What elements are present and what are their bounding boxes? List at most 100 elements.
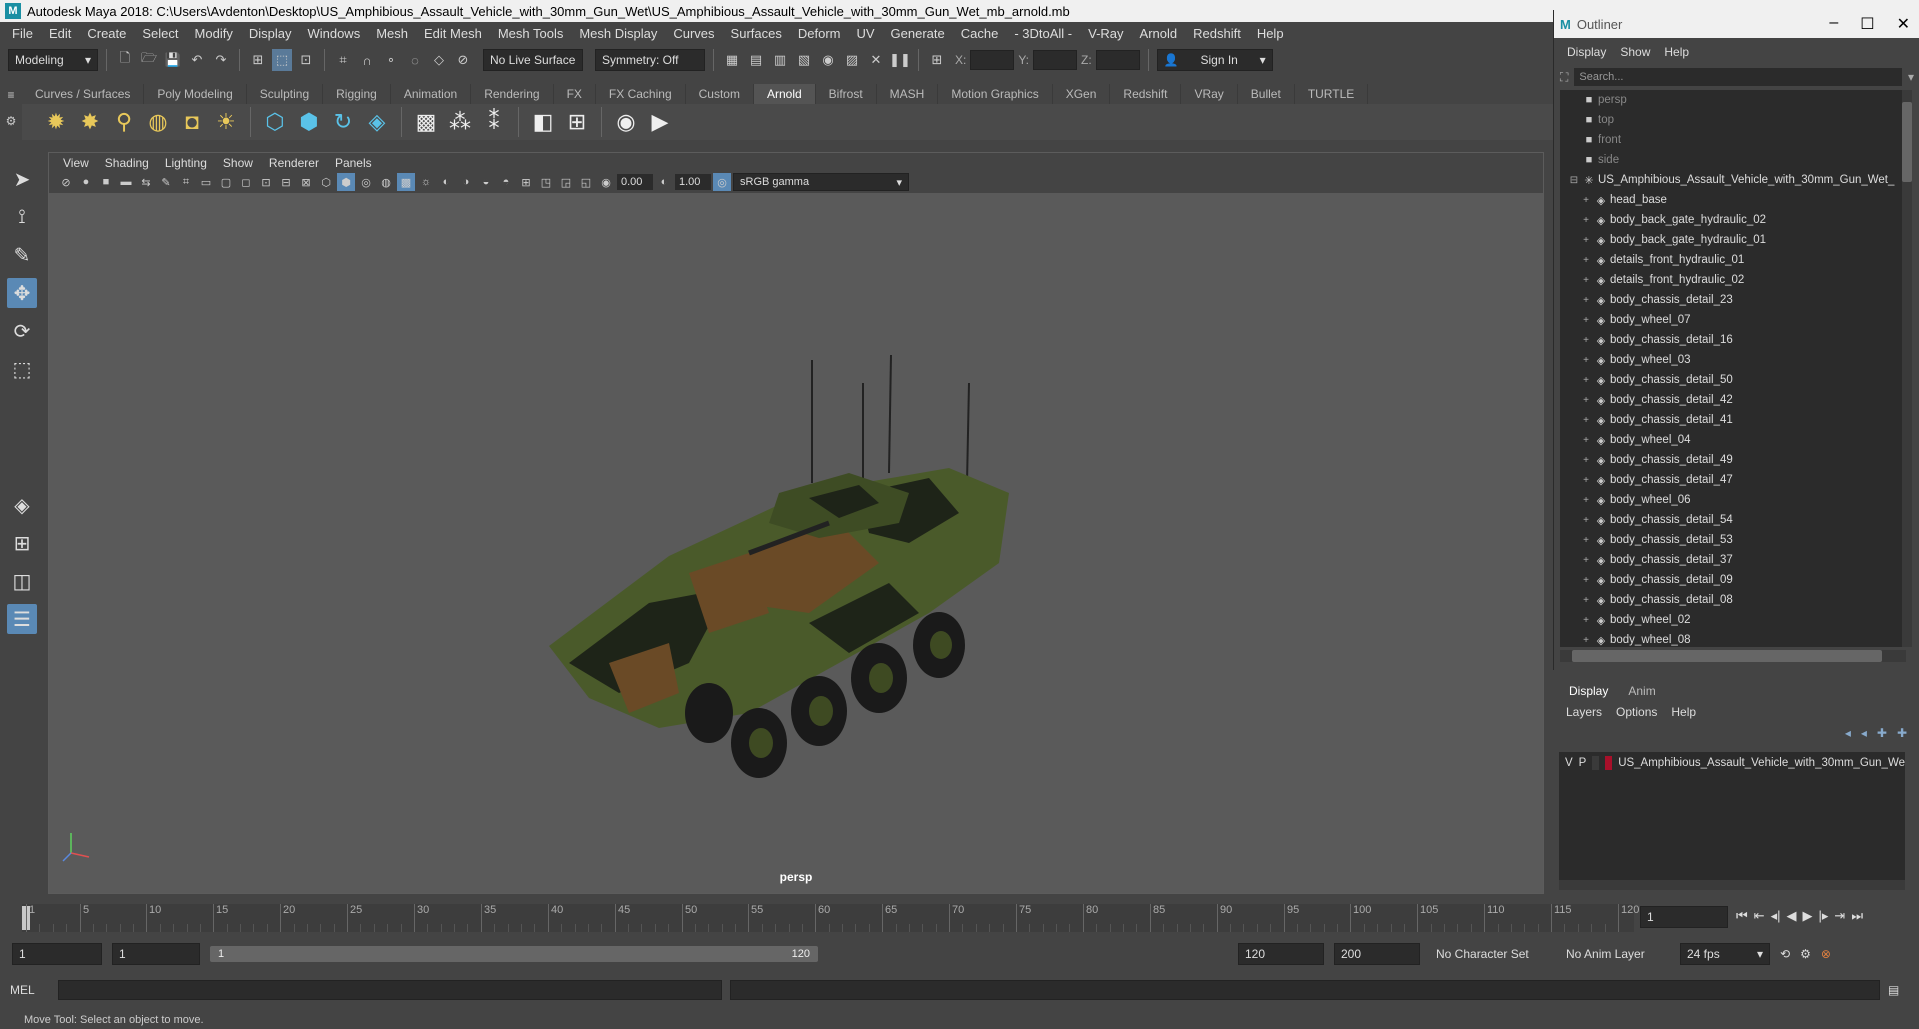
time-ruler[interactable]: 1 5 10 15 20 25 30 35 40 45 50 55 60 65 70 75 80 85 90 95 10… — [22, 904, 1639, 932]
safe-title-icon[interactable]: ⊠ — [297, 173, 315, 191]
arnold-skydome-icon[interactable]: ◍ — [144, 108, 172, 136]
outliner-item[interactable]: + ◈ body_chassis_detail_54 — [1560, 510, 1906, 530]
arnold-play-icon[interactable]: ▶ — [646, 108, 674, 136]
playback-start-field[interactable]: 1 — [112, 943, 200, 965]
outliner-item[interactable]: + ◈ body_chassis_detail_09 — [1560, 570, 1906, 590]
expand-icon[interactable]: + — [1580, 455, 1592, 466]
symmetry-dropdown[interactable]: Symmetry: Off — [595, 49, 705, 71]
menu-arnold[interactable]: Arnold — [1132, 26, 1186, 41]
shelf-tab-bullet[interactable]: Bullet — [1238, 84, 1295, 104]
outliner-item[interactable]: + ◈ body_wheel_07 — [1560, 310, 1906, 330]
outliner-item[interactable]: + ◈ body_wheel_08 — [1560, 630, 1906, 647]
panel-menu-show[interactable]: Show — [215, 156, 261, 170]
expand-icon[interactable]: + — [1580, 435, 1592, 446]
auto-key-icon[interactable]: ⊗ — [1821, 947, 1831, 961]
layer-row[interactable]: V P US_Amphibious_Assault_Vehicle_with_3… — [1559, 752, 1905, 774]
render-settings-icon[interactable]: ▧ — [794, 49, 814, 71]
expand-icon[interactable]: + — [1580, 615, 1592, 626]
playback-end-field[interactable]: 120 — [1238, 943, 1324, 965]
depth-of-field-icon[interactable]: ◓ — [497, 173, 515, 191]
arnold-operator-icon[interactable]: ◧ — [529, 108, 557, 136]
collapse-icon[interactable]: ⊟ — [1568, 175, 1580, 186]
arnold-render-icon[interactable]: ✕ — [866, 49, 886, 71]
snap-live-icon[interactable]: ⊘ — [453, 49, 473, 71]
search-input[interactable]: Search... — [1574, 68, 1902, 86]
script-language-label[interactable]: MEL — [10, 983, 50, 997]
expand-icon[interactable]: + — [1580, 575, 1592, 586]
shelf-tab-arnold[interactable]: Arnold — [753, 84, 816, 104]
bookmark-icon[interactable]: ■ — [97, 173, 115, 191]
image-plane-icon[interactable]: ▬ — [117, 173, 135, 191]
loop-icon[interactable]: ⟲ — [1780, 947, 1790, 961]
arnold-physical-sky-icon[interactable]: ☀ — [212, 108, 240, 136]
outliner-item[interactable]: + ◈ body_chassis_detail_49 — [1560, 450, 1906, 470]
shelf-tab-poly-modeling[interactable]: Poly Modeling — [144, 84, 247, 104]
x-field[interactable] — [970, 50, 1015, 70]
outliner-item[interactable]: + ◈ body_back_gate_hydraulic_02 — [1560, 210, 1906, 230]
expand-icon[interactable]: + — [1580, 215, 1592, 226]
animation-start-field[interactable]: 1 — [12, 943, 102, 965]
outliner-item[interactable]: + ◈ body_chassis_detail_16 — [1560, 330, 1906, 350]
select-component-icon[interactable]: ⊡ — [296, 49, 316, 71]
shadows-icon[interactable]: ☼ — [417, 173, 435, 191]
use-all-lights-icon[interactable]: ▩ — [397, 173, 415, 191]
menu-modify[interactable]: Modify — [187, 26, 241, 41]
shelf-tab-custom[interactable]: Custom — [686, 84, 754, 104]
shelf-settings-icon[interactable]: ⚙ — [6, 114, 17, 128]
play-forward-icon[interactable]: ▶ — [1803, 908, 1813, 924]
step-forward-frame-icon[interactable]: |▸ — [1819, 908, 1829, 924]
script-editor-icon[interactable]: ▤ — [1888, 983, 1899, 997]
new-layer-icon[interactable]: ✚ — [1877, 726, 1887, 740]
shelf-tab-curves-surfaces[interactable]: Curves / Surfaces — [22, 84, 145, 104]
minimize-icon[interactable]: – — [1829, 14, 1838, 34]
menu-redshift[interactable]: Redshift — [1185, 26, 1249, 41]
shelf-tab-rendering[interactable]: Rendering — [471, 84, 554, 104]
select-hierarchy-icon[interactable]: ⊞ — [248, 49, 268, 71]
shelf-tab-motion-graphics[interactable]: Motion Graphics — [938, 84, 1053, 104]
outliner-item[interactable]: + ◈ body_chassis_detail_42 — [1560, 390, 1906, 410]
menu-help[interactable]: Help — [1249, 26, 1292, 41]
character-set-dropdown[interactable]: No Character Set — [1430, 943, 1550, 965]
layer-hscrollbar[interactable] — [1559, 880, 1905, 890]
multisample-aa-icon[interactable]: ◒ — [477, 173, 495, 191]
y-field[interactable] — [1033, 50, 1078, 70]
outliner-item[interactable]: + ◈ body_back_gate_hydraulic_01 — [1560, 230, 1906, 250]
live-surface-field[interactable]: No Live Surface — [483, 49, 583, 71]
shelf-tab-animation[interactable]: Animation — [391, 84, 472, 104]
expand-icon[interactable]: + — [1580, 295, 1592, 306]
gate-mask-icon[interactable]: ◻ — [237, 173, 255, 191]
select-object-icon[interactable]: ⬚ — [272, 49, 292, 71]
animation-end-field[interactable]: 200 — [1334, 943, 1420, 965]
layer-tab-anim[interactable]: Anim — [1618, 684, 1665, 698]
menu-file[interactable]: File — [4, 26, 41, 41]
snap-view-icon[interactable]: ◌ — [405, 49, 425, 71]
arnold-curve-collector-icon[interactable]: ↻ — [329, 108, 357, 136]
menu-generate[interactable]: Generate — [883, 26, 953, 41]
2d-pan-icon[interactable]: ⇆ — [137, 173, 155, 191]
menu-surfaces[interactable]: Surfaces — [723, 26, 790, 41]
outliner-camera-front[interactable]: ■ front — [1560, 130, 1906, 150]
wireframe-icon[interactable]: ⬡ — [317, 173, 335, 191]
arnold-volume-icon[interactable]: ◈ — [363, 108, 391, 136]
shelf-tab-vray[interactable]: VRay — [1181, 84, 1238, 104]
menu-create[interactable]: Create — [79, 26, 134, 41]
select-tool-icon[interactable]: ➤ — [7, 164, 37, 194]
step-back-frame-icon[interactable]: ◂| — [1771, 908, 1781, 924]
select-camera-icon[interactable]: ⊘ — [57, 173, 75, 191]
safe-action-icon[interactable]: ⊟ — [277, 173, 295, 191]
snap-curve-icon[interactable]: ∩ — [357, 49, 377, 71]
outliner-item[interactable]: + ◈ body_wheel_03 — [1560, 350, 1906, 370]
3d-viewport[interactable]: persp — [49, 193, 1543, 893]
menu-edit[interactable]: Edit — [41, 26, 79, 41]
layer-type-box[interactable] — [1592, 756, 1600, 770]
outliner-item[interactable]: + ◈ body_wheel_06 — [1560, 490, 1906, 510]
command-input[interactable] — [58, 980, 722, 1000]
shelf-tab-xgen[interactable]: XGen — [1053, 84, 1111, 104]
filter-icon[interactable]: ⛶ — [1560, 70, 1568, 85]
exposure-value[interactable]: 0.00 — [617, 174, 653, 190]
new-layer-selected-icon[interactable]: ✚ — [1897, 726, 1907, 740]
lasso-tool-icon[interactable]: ⟟ — [7, 202, 37, 232]
layer-menu-layers[interactable]: Layers — [1559, 705, 1609, 719]
move-layer-up-icon[interactable]: ◂ — [1845, 726, 1851, 740]
arnold-light-mesh-icon[interactable]: ✸ — [76, 108, 104, 136]
